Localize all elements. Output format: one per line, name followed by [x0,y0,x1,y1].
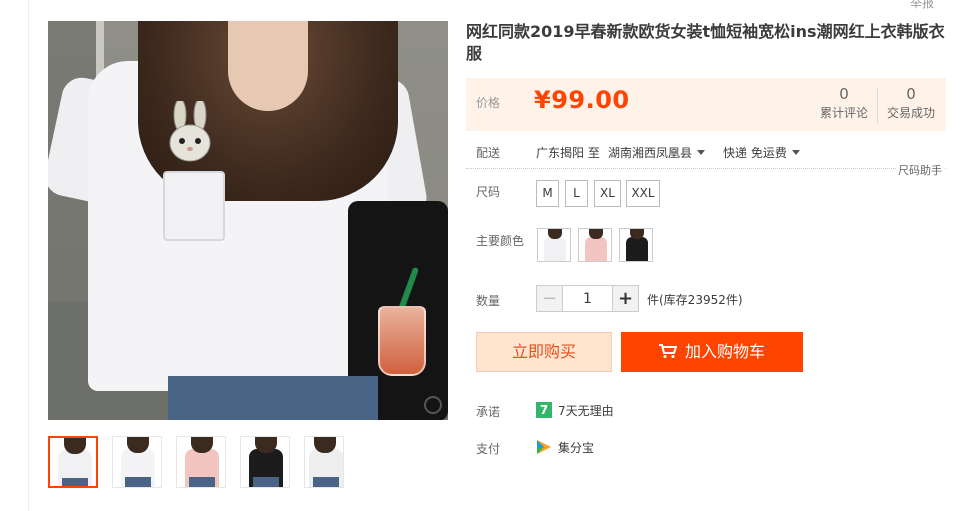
color-swatch-shirt [626,237,648,261]
color-option-black[interactable] [619,228,653,262]
color-label: 主要颜色 [476,234,525,248]
color-swatch-hair [548,229,562,239]
dotted-divider [466,168,946,169]
add-to-cart-button[interactable]: 加入购物车 [621,332,803,372]
size-option-m[interactable]: M [536,180,559,207]
thumbnail-jeans [62,478,88,486]
reviews-count: 0 [839,85,849,103]
payment-label: 支付 [476,442,501,456]
zoom-icon[interactable] [424,396,442,414]
price-label: 价格 [476,96,501,110]
reviews-stat[interactable]: 0 累计评论 [818,84,870,122]
product-page: 举报 网红同款2019早春新款欧货女装t恤短袖宽松ins潮网红上衣韩版衣服 价格… [0,0,964,511]
thumbnail-4[interactable] [240,436,290,488]
promise-label: 承诺 [476,405,501,419]
jifenbao-icon [537,440,551,454]
reviews-label: 累计评论 [819,106,868,120]
ship-from: 广东揭阳 至 [536,146,600,160]
payment-text: 集分宝 [558,441,595,455]
color-swatch-shirt [585,237,607,261]
size-helper-link[interactable]: 尺码助手 [896,162,944,178]
trades-label: 交易成功 [886,106,935,120]
thumbnail-2[interactable] [112,436,162,488]
seven-day-return-icon: 7 [536,402,552,418]
color-swatch-hair [630,229,644,239]
product-title: 网红同款2019早春新款欧货女装t恤短袖宽松ins潮网红上衣韩版衣服 [466,22,945,63]
color-option-pink[interactable] [578,228,612,262]
color-swatch-hair [589,229,603,239]
main-product-image[interactable] [48,21,448,420]
color-swatch-shirt [544,237,566,261]
thumbnail-3[interactable] [176,436,226,488]
chevron-down-icon [791,150,800,155]
ship-to-dropdown[interactable]: 湖南湘西凤凰县 [608,144,706,161]
quantity-label: 数量 [476,294,501,308]
stat-divider [877,88,878,124]
quantity-decrement-button[interactable]: − [536,285,563,312]
size-option-xxl[interactable]: XXL [626,180,660,207]
cart-icon [658,344,677,358]
shipping-label: 配送 [476,146,501,160]
quantity-input[interactable] [563,285,612,312]
model-neck [228,21,308,111]
quantity-increment-button[interactable]: + [612,285,639,312]
add-to-cart-label: 加入购物车 [684,342,765,361]
stock-text: 件(库存23952件) [647,293,743,307]
buy-now-button[interactable]: 立即购买 [476,332,612,372]
price-box: 价格 ¥99.00 0 累计评论 0 交易成功 [466,78,946,131]
thumbnail-jeans [189,477,215,487]
size-option-xl[interactable]: XL [594,180,621,207]
report-link[interactable]: 举报 [910,0,934,11]
ship-method-dropdown[interactable]: 快递 免运费 [723,144,800,161]
trades-count: 0 [906,85,916,103]
size-label: 尺码 [476,185,501,199]
bunny-embroidery [169,101,211,162]
shirt-pocket [163,171,225,241]
left-divider [28,0,29,511]
iced-drink-cup [378,306,426,376]
promise-text[interactable]: 7天无理由 [558,402,614,419]
thumbnail-jeans [125,477,151,487]
ship-method-text: 快递 免运费 [723,146,787,160]
size-option-l[interactable]: L [565,180,588,207]
price-value: ¥99.00 [534,86,630,114]
thumbnail-5[interactable] [304,436,344,488]
thumbnail-1[interactable] [48,436,98,488]
ship-to-text: 湖南湘西凤凰县 [608,146,693,160]
chevron-down-icon [697,150,706,155]
buy-now-label: 立即购买 [511,342,576,361]
thumbnail-jeans [253,477,279,487]
trades-stat: 0 交易成功 [884,84,938,122]
thumbnail-jeans [313,477,339,487]
color-option-white-1[interactable] [537,228,571,262]
jeans [168,376,378,420]
